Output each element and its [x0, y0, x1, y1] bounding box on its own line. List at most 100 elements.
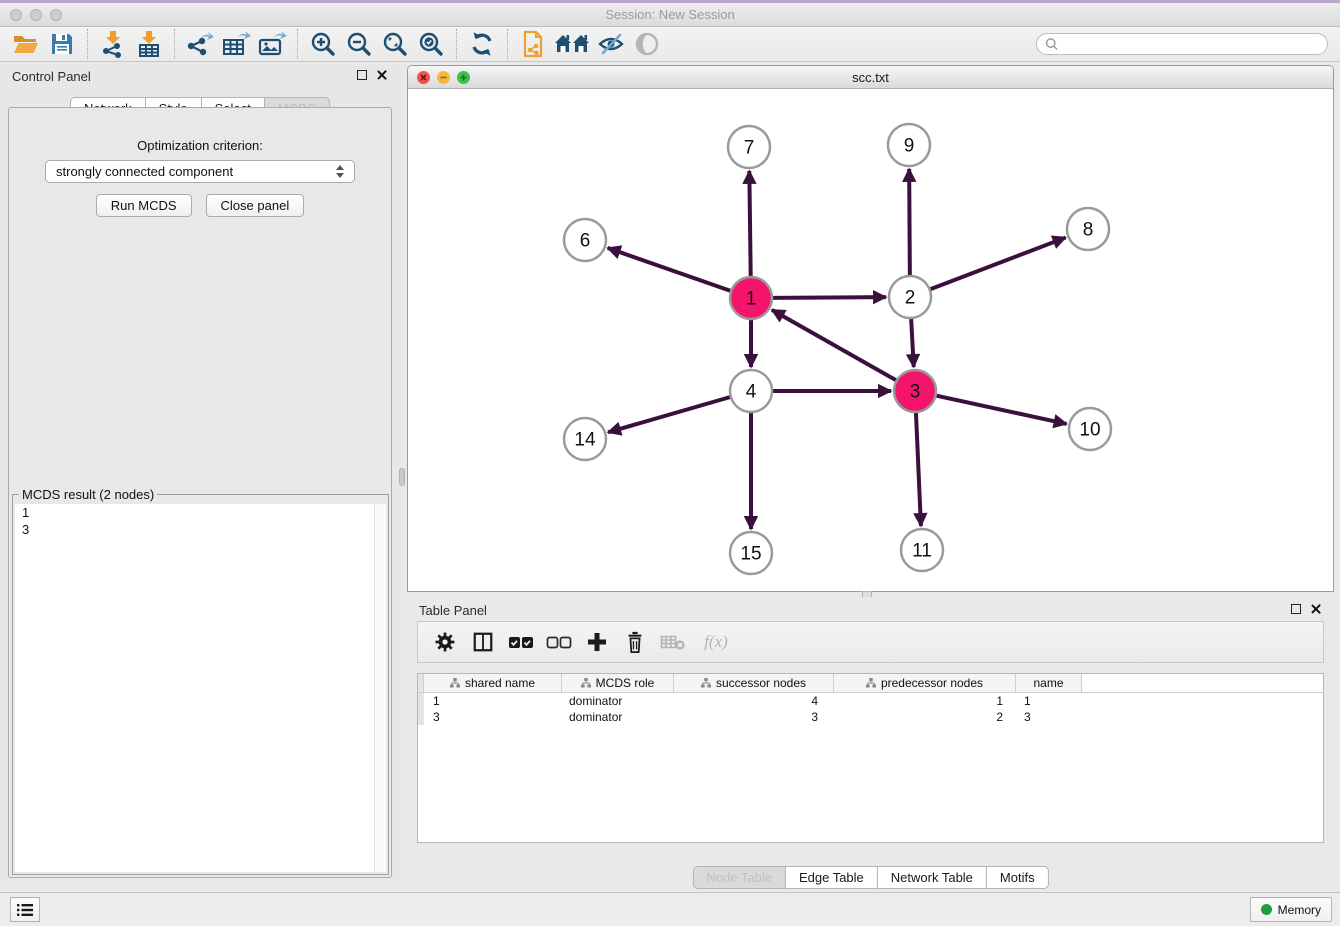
dropdown-stepper-icon [336, 165, 344, 178]
table-cell: dominator [562, 710, 674, 724]
search-input[interactable] [1058, 37, 1319, 51]
mcds-result-title: MCDS result (2 nodes) [19, 487, 157, 502]
window-minimize-button[interactable] [30, 9, 42, 21]
column-header-successor-nodes[interactable]: successor nodes [674, 674, 834, 692]
graph-node-label: 4 [746, 382, 757, 403]
select-all-columns-button[interactable] [504, 625, 538, 659]
close-panel-button[interactable]: Close panel [206, 194, 305, 217]
network-minimize-button[interactable] [437, 71, 450, 84]
graph-edge-3-1[interactable] [772, 310, 896, 380]
graph-edge-2-9[interactable] [909, 169, 910, 275]
result-scrollbar[interactable] [374, 504, 386, 872]
optimization-criterion-label: Optimization criterion: [9, 138, 391, 153]
export-table-button[interactable] [218, 29, 254, 59]
column-header-mcds-role[interactable]: MCDS role [562, 674, 674, 692]
search-icon [1045, 37, 1058, 51]
memory-label: Memory [1278, 903, 1321, 917]
attribute-icon [450, 678, 460, 688]
node-table[interactable]: shared name MCDS role successor nodes pr… [417, 673, 1324, 843]
task-history-button[interactable] [10, 897, 40, 922]
column-header-name[interactable]: name [1016, 674, 1082, 692]
mcds-result-line: 1 [15, 504, 386, 521]
toolbar-separator [507, 29, 508, 59]
table-settings-button[interactable] [428, 625, 462, 659]
memory-status-icon [1261, 904, 1272, 915]
network-canvas[interactable]: 7968124314101511 [408, 89, 1333, 591]
apply-layout-button[interactable] [464, 29, 500, 59]
delete-table-button [656, 625, 690, 659]
graph-edge-2-3[interactable] [911, 319, 914, 367]
table-cell: 3 [1016, 710, 1082, 724]
tab-network-table[interactable]: Network Table [877, 866, 987, 889]
column-header-shared-name[interactable]: shared name [424, 674, 562, 692]
table-row[interactable]: 3dominator323 [418, 709, 1323, 725]
criterion-value: strongly connected component [56, 164, 233, 179]
graph-node-label: 9 [904, 136, 915, 157]
export-network-button[interactable] [182, 29, 218, 59]
checked-boxes-icon [508, 633, 534, 651]
graph-edge-2-8[interactable] [931, 238, 1066, 290]
table-cell: 1 [1016, 694, 1082, 708]
save-session-button[interactable] [44, 29, 80, 59]
export-image-button[interactable] [254, 29, 290, 59]
window-close-button[interactable] [10, 9, 22, 21]
float-panel-icon[interactable] [357, 70, 367, 80]
graph-edge-1-2[interactable] [773, 297, 886, 298]
search-field[interactable] [1036, 33, 1328, 55]
memory-button[interactable]: Memory [1250, 897, 1332, 922]
split-column-button[interactable] [466, 625, 500, 659]
zoom-out-button[interactable] [341, 29, 377, 59]
run-mcds-button[interactable]: Run MCDS [96, 194, 192, 217]
deselect-all-columns-button[interactable] [542, 625, 576, 659]
graph-edge-3-11[interactable] [916, 413, 921, 526]
zoom-in-button[interactable] [305, 29, 341, 59]
graph-node-label: 8 [1083, 220, 1094, 241]
import-network-button[interactable] [95, 29, 131, 59]
first-neighbors-button[interactable] [551, 29, 593, 59]
show-all-button[interactable] [629, 29, 665, 59]
delete-row-button[interactable] [618, 625, 652, 659]
mcds-result-list[interactable]: 13 [15, 504, 386, 872]
graph-edge-3-10[interactable] [936, 396, 1066, 424]
table-panel: Table Panel [407, 597, 1334, 888]
open-session-button[interactable] [8, 29, 44, 59]
column-header-predecessor-nodes[interactable]: predecessor nodes [834, 674, 1016, 692]
window-zoom-button[interactable] [50, 9, 62, 21]
fit-content-button[interactable] [377, 29, 413, 59]
add-row-button[interactable] [580, 625, 614, 659]
attribute-icon [866, 678, 876, 688]
network-maximize-button[interactable] [457, 71, 470, 84]
tab-node-table[interactable]: Node Table [692, 866, 786, 889]
close-panel-icon[interactable] [376, 69, 388, 81]
fit-content-icon [382, 31, 408, 57]
close-table-panel-icon[interactable] [1310, 603, 1322, 615]
graph-edge-1-6[interactable] [608, 248, 731, 291]
table-panel-header: Table Panel [407, 597, 1334, 623]
tab-motifs[interactable]: Motifs [986, 866, 1049, 889]
float-table-panel-icon[interactable] [1291, 604, 1301, 614]
tab-edge-table[interactable]: Edge Table [785, 866, 878, 889]
export-table-icon [221, 30, 251, 58]
mcds-result-line: 3 [15, 521, 386, 538]
hide-selected-button[interactable] [593, 29, 629, 59]
network-graph: 7968124314101511 [408, 89, 1333, 591]
table-row[interactable]: 1dominator411 [418, 693, 1323, 709]
graph-edge-1-7[interactable] [749, 171, 750, 276]
attribute-icon [701, 678, 711, 688]
criterion-dropdown[interactable]: strongly connected component [45, 160, 355, 183]
export-network-icon [186, 30, 214, 58]
trash-icon [624, 630, 646, 654]
network-window-titlebar[interactable]: scc.txt [408, 66, 1333, 89]
graph-edge-4-14[interactable] [608, 397, 730, 432]
import-table-button[interactable] [131, 29, 167, 59]
graph-node-label: 7 [744, 138, 755, 159]
control-panel-title: Control Panel [12, 69, 91, 84]
status-bar: Memory [0, 892, 1340, 926]
network-view-window: scc.txt 7968124314101511 [407, 65, 1334, 592]
network-close-button[interactable] [417, 71, 430, 84]
zoom-selected-button[interactable] [413, 29, 449, 59]
import-table-icon [136, 30, 162, 58]
graph-node-label: 2 [905, 288, 916, 309]
vertical-splitter-grip[interactable] [399, 468, 405, 486]
new-network-from-selection-button[interactable] [515, 29, 551, 59]
